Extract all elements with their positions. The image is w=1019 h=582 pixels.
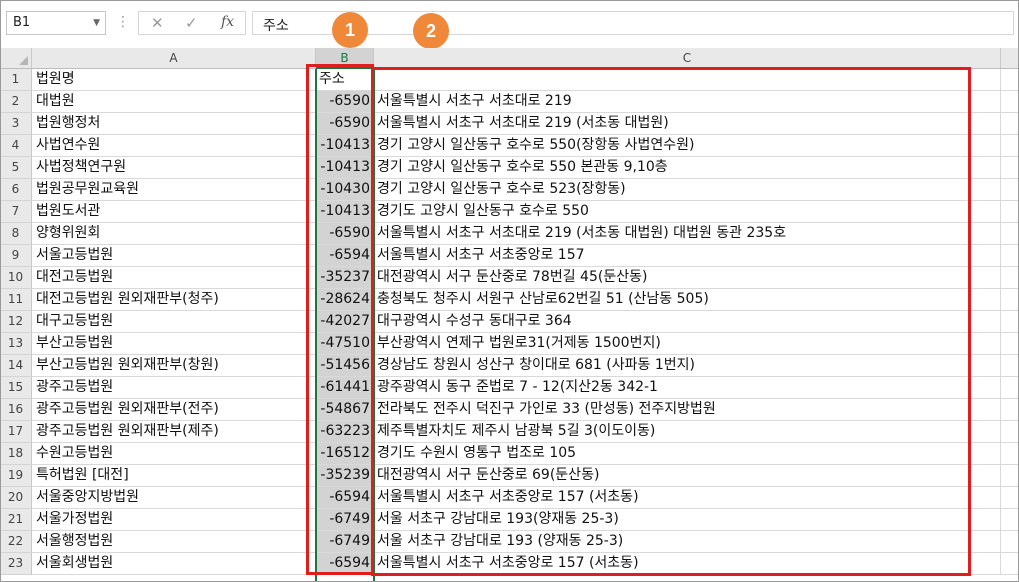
cell-d[interactable]	[1001, 421, 1019, 443]
enter-icon[interactable]: ✓	[185, 14, 198, 32]
cell-a[interactable]: 광주고등법원	[32, 377, 316, 399]
cell-d[interactable]	[1001, 465, 1019, 487]
badge-2-label: 2	[425, 21, 436, 41]
cell-a[interactable]: 대전고등법원	[32, 267, 316, 289]
row-header[interactable]: 7	[0, 201, 32, 223]
formula-bar-separator[interactable]: ⋮	[116, 14, 130, 30]
row-header[interactable]: 3	[0, 113, 32, 135]
cell-d[interactable]	[1001, 157, 1019, 179]
select-all-triangle-icon	[19, 56, 28, 65]
row-header[interactable]: 9	[0, 245, 32, 267]
row-header[interactable]: 11	[0, 289, 32, 311]
name-box-value: B1	[13, 15, 31, 30]
badge-1-label: 1	[344, 20, 355, 40]
cell-d[interactable]	[1001, 91, 1019, 113]
row-header[interactable]: 8	[0, 223, 32, 245]
row-header[interactable]: 4	[0, 135, 32, 157]
cell-a[interactable]: 법원도서관	[32, 201, 316, 223]
row-header[interactable]: 16	[0, 399, 32, 421]
cell-d[interactable]	[1001, 223, 1019, 245]
cell-d[interactable]	[1001, 377, 1019, 399]
cell-a[interactable]: 서울중앙지방법원	[32, 487, 316, 509]
cell-a[interactable]: 광주고등법원 원외재판부(전주)	[32, 399, 316, 421]
column-header-d[interactable]	[1001, 48, 1019, 69]
cell-a[interactable]: 사법연수원	[32, 135, 316, 157]
row-header[interactable]: 5	[0, 157, 32, 179]
cell-a[interactable]: 법원공무원교육원	[32, 179, 316, 201]
cell-a[interactable]: 광주고등법원 원외재판부(제주)	[32, 421, 316, 443]
cell-a[interactable]: 서울고등법원	[32, 245, 316, 267]
cancel-icon[interactable]: ✕	[151, 14, 164, 32]
column-header-a[interactable]: A	[32, 48, 316, 69]
cell-d[interactable]	[1001, 69, 1019, 91]
cell-d[interactable]	[1001, 355, 1019, 377]
cell-a[interactable]: 법원행정처	[32, 113, 316, 135]
cell-d[interactable]	[1001, 201, 1019, 223]
row-header[interactable]: 20	[0, 487, 32, 509]
cell-d[interactable]	[1001, 531, 1019, 553]
row-header[interactable]: 13	[0, 333, 32, 355]
name-box[interactable]: B1 ▼	[6, 11, 106, 35]
row-header[interactable]: 6	[0, 179, 32, 201]
chevron-down-icon[interactable]: ▼	[93, 18, 100, 28]
row-header[interactable]: 21	[0, 509, 32, 531]
cell-d[interactable]	[1001, 135, 1019, 157]
cell-d[interactable]	[1001, 487, 1019, 509]
row-header[interactable]: 17	[0, 421, 32, 443]
cell-a[interactable]: 대구고등법원	[32, 311, 316, 333]
row-header[interactable]: 10	[0, 267, 32, 289]
row-header[interactable]: 14	[0, 355, 32, 377]
row-header[interactable]: 22	[0, 531, 32, 553]
row-header[interactable]: 12	[0, 311, 32, 333]
row-header[interactable]: 1	[0, 69, 32, 91]
cell-d[interactable]	[1001, 553, 1019, 575]
cell-d[interactable]	[1001, 245, 1019, 267]
cell-d[interactable]	[1001, 443, 1019, 465]
cell-a[interactable]: 서울가정법원	[32, 509, 316, 531]
annotation-badge-2: 2	[413, 13, 449, 49]
cell-d[interactable]	[1001, 267, 1019, 289]
formula-value: 주소	[263, 18, 289, 34]
select-all-button[interactable]	[0, 48, 32, 69]
cell-a[interactable]: 대전고등법원 원외재판부(청주)	[32, 289, 316, 311]
cell-d[interactable]	[1001, 333, 1019, 355]
row-header[interactable]: 19	[0, 465, 32, 487]
cell-a[interactable]: 양형위원회	[32, 223, 316, 245]
column-header-c[interactable]: C	[374, 48, 1001, 69]
cell-a[interactable]: 서울회생법원	[32, 553, 316, 575]
cell-a[interactable]: 부산고등법원 원외재판부(창원)	[32, 355, 316, 377]
cell-d[interactable]	[1001, 113, 1019, 135]
cell-a[interactable]: 대법원	[32, 91, 316, 113]
cell-a[interactable]: 특허법원 [대전]	[32, 465, 316, 487]
row-header[interactable]: 23	[0, 553, 32, 575]
formula-bar: B1 ▼ ⋮ ✕ ✓ fx 주소	[0, 0, 1019, 48]
row-header[interactable]: 15	[0, 377, 32, 399]
annotation-badge-1: 1	[332, 12, 368, 48]
insert-function-icon[interactable]: fx	[221, 14, 234, 30]
cell-d[interactable]	[1001, 311, 1019, 333]
cell-a[interactable]: 법원명	[32, 69, 316, 91]
cell-d[interactable]	[1001, 509, 1019, 531]
cell-a[interactable]: 수원고등법원	[32, 443, 316, 465]
cell-d[interactable]	[1001, 289, 1019, 311]
highlight-box-column-c	[371, 67, 971, 576]
cell-a[interactable]: 사법정책연구원	[32, 157, 316, 179]
row-header[interactable]: 18	[0, 443, 32, 465]
highlight-box-column-b	[306, 64, 374, 575]
cell-d[interactable]	[1001, 179, 1019, 201]
cell-d[interactable]	[1001, 399, 1019, 421]
formula-buttons: ✕ ✓ fx	[138, 11, 246, 35]
row-header[interactable]: 2	[0, 91, 32, 113]
cell-a[interactable]: 부산고등법원	[32, 333, 316, 355]
cell-a[interactable]: 서울행정법원	[32, 531, 316, 553]
